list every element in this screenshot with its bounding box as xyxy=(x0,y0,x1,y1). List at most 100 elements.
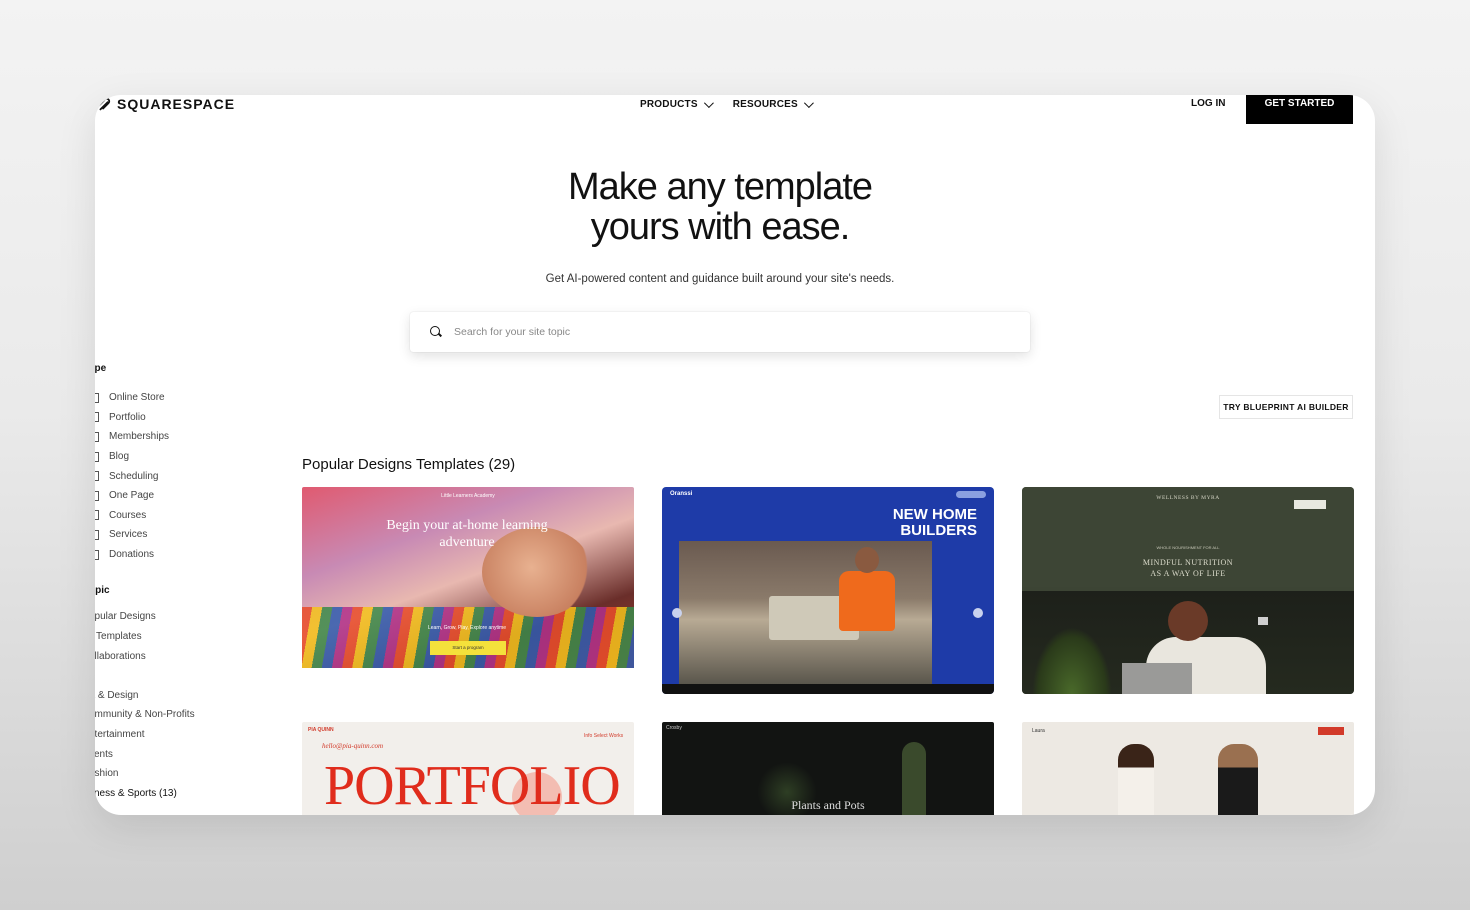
template-headline: NEW HOME BUILDERS xyxy=(842,507,977,539)
arrow-right-icon xyxy=(973,608,983,618)
topic-collaborations[interactable]: ollaborations xyxy=(95,647,289,667)
chevron-down-icon xyxy=(703,97,714,108)
template-nav-button xyxy=(1318,727,1344,735)
template-kicker: WHOLE NOURISHMENT FOR ALL xyxy=(1156,545,1220,550)
template-thumbnail xyxy=(679,541,932,684)
filter-memberships[interactable]: Memberships xyxy=(95,427,289,447)
template-nav: Info Select Works xyxy=(584,733,624,739)
template-subtext: Learn, Grow, Play, Explore anytime xyxy=(428,625,506,631)
hammock-stripes xyxy=(302,607,634,668)
topic-art-design[interactable]: rt & Design xyxy=(95,686,289,706)
topic-popular-designs[interactable]: opular Designs xyxy=(95,607,289,627)
browser-window: SQUARESPACE PRODUCTS RESOURCES LOG IN GE… xyxy=(95,95,1375,815)
nav-products-label: PRODUCTS xyxy=(640,98,698,110)
template-site-name: Little Learners Academy xyxy=(441,493,495,499)
template-site-name: PIA QUINN xyxy=(308,727,334,733)
template-card-plants[interactable]: Crosby Plants and Pots xyxy=(662,722,994,815)
plant-image xyxy=(1032,627,1112,694)
filter-blog[interactable]: Blog xyxy=(95,447,289,467)
bride-image xyxy=(1118,744,1154,815)
template-headline: PORTFOLIO xyxy=(324,755,621,815)
filter-sidebar: ype Online Store Portfolio Memberships B… xyxy=(95,363,289,803)
filter-services[interactable]: Services xyxy=(95,525,289,545)
template-headline: Plants and Pots xyxy=(791,798,865,812)
login-link[interactable]: LOG IN xyxy=(1191,95,1225,113)
checkbox[interactable] xyxy=(95,490,99,501)
topic-fitness-sports[interactable]: itness & Sports (13) xyxy=(95,784,289,804)
type-heading: ype xyxy=(95,363,107,374)
worker-head-image xyxy=(855,547,879,573)
checkbox[interactable] xyxy=(95,471,99,482)
topic-heading: opic xyxy=(95,585,110,597)
template-card-wedding[interactable]: Laura xyxy=(1022,722,1354,815)
checkbox[interactable] xyxy=(95,510,99,521)
template-site-name: Oranssi xyxy=(670,491,693,497)
worker-image xyxy=(839,571,895,631)
groom-image xyxy=(1218,744,1258,815)
nav-resources[interactable]: RESOURCES xyxy=(732,97,814,110)
filter-label: Memberships xyxy=(109,431,170,443)
filter-portfolio[interactable]: Portfolio xyxy=(95,408,289,428)
template-card-portfolio[interactable]: PIA QUINN Info Select Works hello@pia-qu… xyxy=(302,722,634,815)
checkbox[interactable] xyxy=(95,412,99,423)
template-site-name: Laura xyxy=(1032,728,1045,734)
filter-label: Portfolio xyxy=(109,411,146,423)
filter-one-page[interactable]: One Page xyxy=(95,486,289,506)
section-title: Popular Designs Templates (29) xyxy=(302,456,516,473)
lamp-image xyxy=(1258,617,1268,625)
laptop-image xyxy=(1122,663,1192,694)
checkbox[interactable] xyxy=(95,549,99,560)
brand-name: SQUARESPACE xyxy=(117,96,236,112)
filter-courses[interactable]: Courses xyxy=(95,506,289,526)
filter-label: One Page xyxy=(109,490,155,502)
main-nav: PRODUCTS RESOURCES xyxy=(640,95,814,113)
filter-label: Blog xyxy=(109,451,130,463)
headline-line1: NEW HOME xyxy=(892,506,977,523)
template-card-wellness[interactable]: WELLNESS BY MYRA WHOLE NOURISHMENT FOR A… xyxy=(1022,487,1354,694)
filter-donations[interactable]: Donations xyxy=(95,545,289,565)
try-blueprint-button[interactable]: TRY BLUEPRINT AI BUILDER xyxy=(1219,395,1353,419)
squarespace-logo[interactable]: SQUARESPACE xyxy=(95,95,235,113)
hero-title-line2: yours with ease. xyxy=(590,206,851,248)
topic-divider: – xyxy=(95,666,289,686)
template-bottom-strip xyxy=(662,684,994,694)
template-nav-pill xyxy=(956,491,986,498)
template-nav-button xyxy=(1294,500,1326,509)
nav-products[interactable]: PRODUCTS xyxy=(640,97,714,110)
template-headline: MINDFUL NUTRITION AS A WAY OF LIFE xyxy=(1022,557,1354,579)
topic-events[interactable]: vents xyxy=(95,745,289,765)
filter-label: Courses xyxy=(109,509,147,521)
headline-line1: MINDFUL NUTRITION xyxy=(1142,558,1234,567)
topic-entertainment[interactable]: ntertainment xyxy=(95,725,289,745)
filter-label: Scheduling xyxy=(109,470,159,482)
topic-list: opular Designs ll Templates ollaboration… xyxy=(95,607,289,803)
nav-resources-label: RESOURCES xyxy=(732,98,798,110)
hero-subtitle: Get AI-powered content and guidance buil… xyxy=(545,273,895,285)
template-card-learning[interactable]: Little Learners Academy Begin your at-ho… xyxy=(302,487,634,694)
search-bar xyxy=(410,312,1030,352)
template-site-name: Crosby xyxy=(666,725,682,731)
arrow-left-icon xyxy=(672,608,682,618)
checkbox[interactable] xyxy=(95,529,99,540)
hero-title: Make any template yours with ease. xyxy=(95,167,1345,247)
checkbox[interactable] xyxy=(95,392,99,403)
person-head-image xyxy=(1168,601,1208,641)
template-card-oranssi[interactable]: Oranssi NEW HOME BUILDERS xyxy=(662,487,994,694)
topic-fashion[interactable]: ashion xyxy=(95,764,289,784)
filter-online-store[interactable]: Online Store xyxy=(95,388,289,408)
template-footer xyxy=(302,668,634,694)
filter-label: Donations xyxy=(109,549,155,561)
search-icon xyxy=(430,326,442,338)
filter-label: Online Store xyxy=(109,392,165,404)
chevron-down-icon xyxy=(803,97,814,108)
headline-line2: BUILDERS xyxy=(900,522,977,539)
get-started-button[interactable]: GET STARTED xyxy=(1246,95,1353,124)
filter-scheduling[interactable]: Scheduling xyxy=(95,466,289,486)
template-cta: Start a program xyxy=(430,641,506,655)
search-input[interactable] xyxy=(454,326,954,338)
checkbox[interactable] xyxy=(95,451,99,462)
checkbox[interactable] xyxy=(95,431,99,442)
squarespace-logo-icon xyxy=(96,97,111,111)
topic-all-templates[interactable]: ll Templates xyxy=(95,627,289,647)
topic-community[interactable]: ommunity & Non-Profits xyxy=(95,705,289,725)
